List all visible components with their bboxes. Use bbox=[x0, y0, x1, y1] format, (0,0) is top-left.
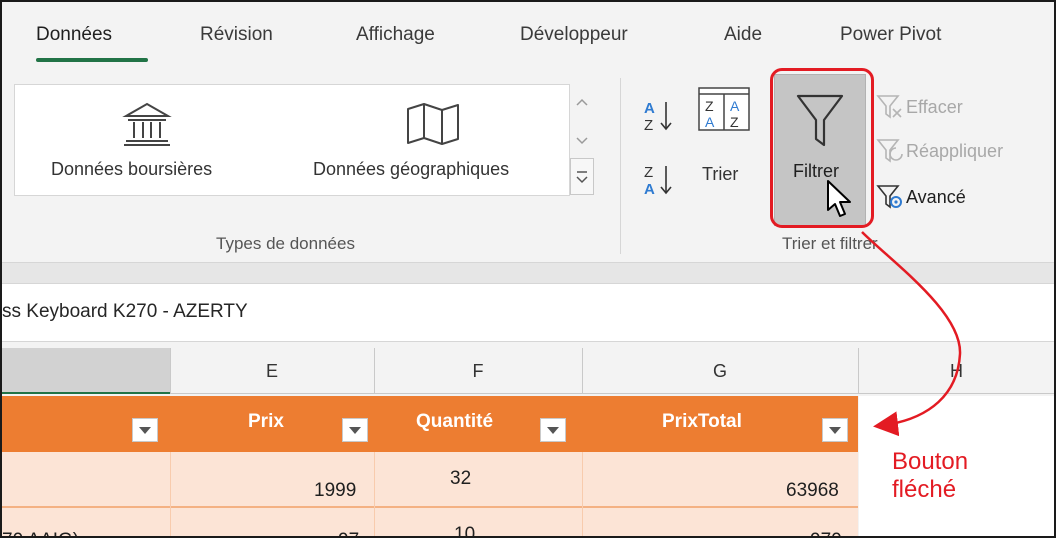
annotation-arrow bbox=[861, 231, 962, 437]
excel-window: Données Révision Affichage Développeur A… bbox=[0, 0, 1056, 538]
